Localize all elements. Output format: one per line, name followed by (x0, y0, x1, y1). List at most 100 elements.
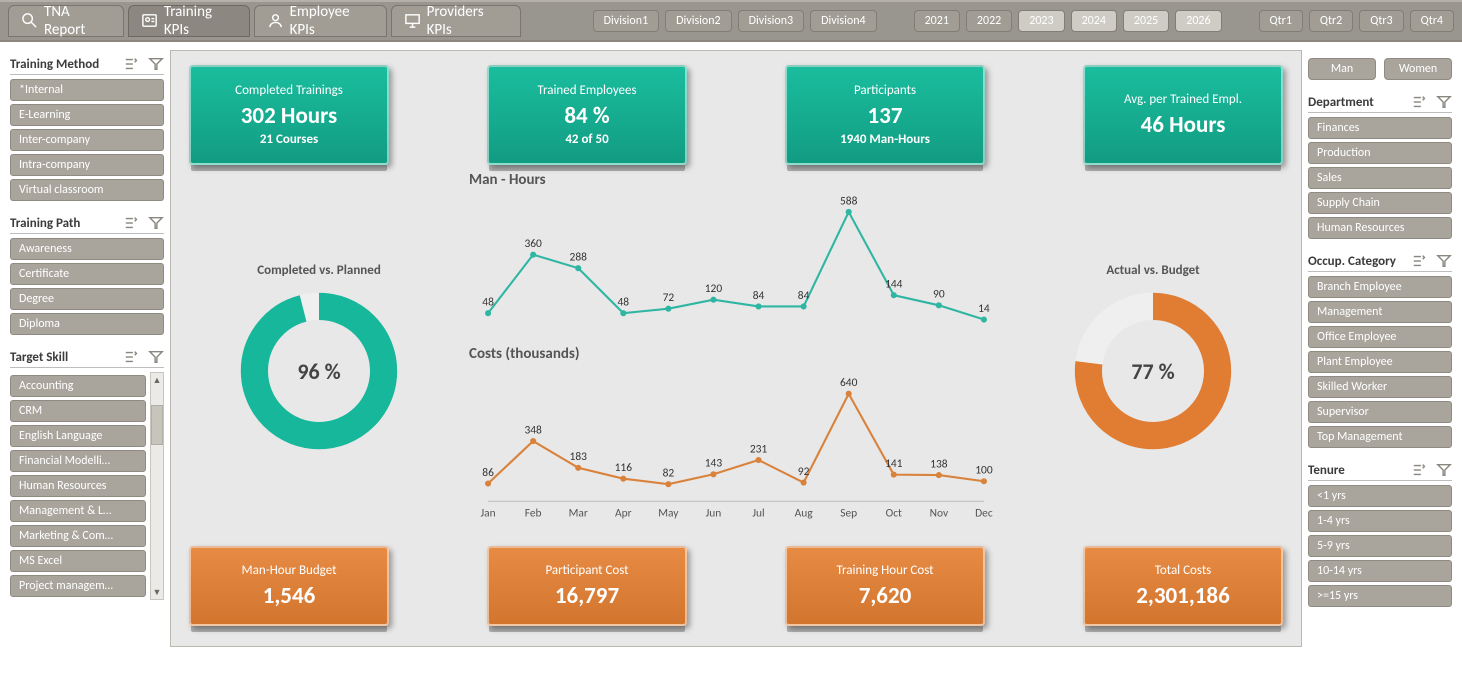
multiselect-icon[interactable] (1412, 253, 1428, 269)
division-pill-division3[interactable]: Division3 (738, 10, 804, 32)
slicer-head: Tenure (1308, 462, 1452, 481)
filter-icon[interactable] (148, 215, 164, 231)
slicer-item[interactable]: >=15 yrs (1308, 585, 1452, 607)
svg-text:86: 86 (482, 466, 494, 480)
man-hours-title: Man - Hours (469, 171, 1003, 189)
slicer-item[interactable]: Finances (1308, 117, 1452, 139)
quarter-filters: Qtr1 Qtr2 Qtr3 Qtr4 (1259, 10, 1454, 32)
year-pill-2023[interactable]: 2023 (1018, 10, 1064, 32)
svg-text:640: 640 (840, 376, 858, 390)
svg-text:Mar: Mar (569, 507, 588, 521)
slicer-item[interactable]: Intra-company (10, 154, 164, 176)
slicer-item[interactable]: Office Employee (1308, 326, 1452, 348)
quarter-pill-qtr2[interactable]: Qtr2 (1309, 10, 1353, 32)
slicer-item[interactable]: Financial Modelli… (10, 450, 146, 472)
costs-title: Costs (thousands) (469, 345, 1003, 363)
slicer-item[interactable]: Human Resources (1308, 217, 1452, 239)
kpi-sub: 42 of 50 (565, 132, 608, 147)
user-icon (267, 12, 284, 30)
slicer-item[interactable]: 10-14 yrs (1308, 560, 1452, 582)
year-pill-2022[interactable]: 2022 (966, 10, 1012, 32)
slicer-title: Training Path (10, 216, 80, 231)
slicer-item[interactable]: 1-4 yrs (1308, 510, 1452, 532)
slicer-head: Occup. Category (1308, 253, 1452, 272)
svg-text:Sep: Sep (840, 507, 857, 521)
tab-tna[interactable]: TNA Report (8, 5, 124, 37)
slicer-item[interactable]: Supervisor (1308, 401, 1452, 423)
quarter-pill-qtr3[interactable]: Qtr3 (1359, 10, 1403, 32)
slicer-item[interactable]: Human Resources (10, 475, 146, 497)
year-pill-2026[interactable]: 2026 (1175, 10, 1221, 32)
tab-employee[interactable]: Employee KPIs (254, 5, 387, 37)
slicer-item[interactable]: Certificate (10, 263, 164, 285)
gender-women[interactable]: Women (1384, 58, 1452, 80)
svg-text:231: 231 (750, 442, 768, 456)
svg-text:82: 82 (663, 467, 675, 481)
slicer-item[interactable]: 5-9 yrs (1308, 535, 1452, 557)
kpi-value: 7,620 (859, 582, 912, 610)
dashboard-shell: Training Method*InternalE-LearningInter-… (0, 42, 1462, 655)
filter-icon[interactable] (148, 349, 164, 365)
multiselect-icon[interactable] (124, 349, 140, 365)
tab-training[interactable]: Training KPIs (128, 5, 250, 37)
slicer-item[interactable]: Top Management (1308, 426, 1452, 448)
costs-chart: 863481831168214323192640141138100JanFebM… (469, 363, 1003, 528)
division-pill-division4[interactable]: Division4 (810, 10, 876, 32)
year-pill-2025[interactable]: 2025 (1123, 10, 1169, 32)
year-filters: 2021 2022 2023 2024 2025 2026 (914, 10, 1222, 32)
kpi-title: Trained Employees (537, 83, 636, 98)
slicer-item[interactable]: Plant Employee (1308, 351, 1452, 373)
multiselect-icon[interactable] (124, 56, 140, 72)
kpi-value: 16,797 (555, 582, 619, 610)
filter-icon[interactable] (1436, 462, 1452, 478)
multiselect-icon[interactable] (124, 215, 140, 231)
slicer-item[interactable]: Management (1308, 301, 1452, 323)
presentation-icon (404, 12, 421, 30)
multiselect-icon[interactable] (1412, 94, 1428, 110)
division-pill-division2[interactable]: Division2 (665, 10, 731, 32)
content-area: Completed Trainings302 Hours21 CoursesTr… (170, 50, 1302, 647)
slicer-item[interactable]: *Internal (10, 79, 164, 101)
slicer-item[interactable]: Marketing & Com… (10, 525, 146, 547)
svg-text:100: 100 (975, 464, 993, 478)
year-pill-2021[interactable]: 2021 (914, 10, 960, 32)
filter-icon[interactable] (1436, 253, 1452, 269)
scrollbar[interactable]: ▲▼ (150, 372, 164, 600)
slicer-head: Training Path (10, 215, 164, 234)
filter-icon[interactable] (1436, 94, 1452, 110)
scroll-thumb[interactable] (151, 405, 163, 445)
slicer-item[interactable]: Degree (10, 288, 164, 310)
quarter-pill-qtr4[interactable]: Qtr4 (1410, 10, 1454, 32)
slicer-item[interactable]: Skilled Worker (1308, 376, 1452, 398)
slicer-item[interactable]: CRM (10, 400, 146, 422)
slicer-item[interactable]: Awareness (10, 238, 164, 260)
slicer-item[interactable]: E-Learning (10, 104, 164, 126)
slicer-item[interactable]: Production (1308, 142, 1452, 164)
slicer-item[interactable]: MS Excel (10, 550, 146, 572)
slicer-item[interactable]: Supply Chain (1308, 192, 1452, 214)
svg-text:Oct: Oct (886, 507, 902, 521)
slicer-item[interactable]: Branch Employee (1308, 276, 1452, 298)
quarter-pill-qtr1[interactable]: Qtr1 (1259, 10, 1303, 32)
slicer-item[interactable]: Inter-company (10, 129, 164, 151)
slicer-item[interactable]: English Language (10, 425, 146, 447)
svg-text:588: 588 (840, 194, 858, 208)
slicer-item[interactable]: Sales (1308, 167, 1452, 189)
slicer-item[interactable]: Management & L… (10, 500, 146, 522)
multiselect-icon[interactable] (1412, 462, 1428, 478)
division-pill-division1[interactable]: Division1 (593, 10, 659, 32)
slicer-item[interactable]: Project managem… (10, 575, 146, 597)
slicer-item[interactable]: Diploma (10, 313, 164, 335)
slicer-item[interactable]: Virtual classroom (10, 179, 164, 201)
tab-providers[interactable]: Providers KPIs (391, 5, 521, 37)
slicer-item[interactable]: <1 yrs (1308, 485, 1452, 507)
tab-label: Employee KPIs (290, 3, 374, 39)
filter-icon[interactable] (148, 56, 164, 72)
year-pill-2024[interactable]: 2024 (1071, 10, 1117, 32)
svg-text:84: 84 (753, 289, 765, 303)
gender-man[interactable]: Man (1308, 58, 1376, 80)
svg-text:92: 92 (798, 465, 810, 479)
slicer-item[interactable]: Accounting (10, 375, 146, 397)
donut-right-label: 77 % (1068, 286, 1238, 456)
kpi-card: Avg. per Trained Empl.46 Hours (1083, 65, 1283, 165)
